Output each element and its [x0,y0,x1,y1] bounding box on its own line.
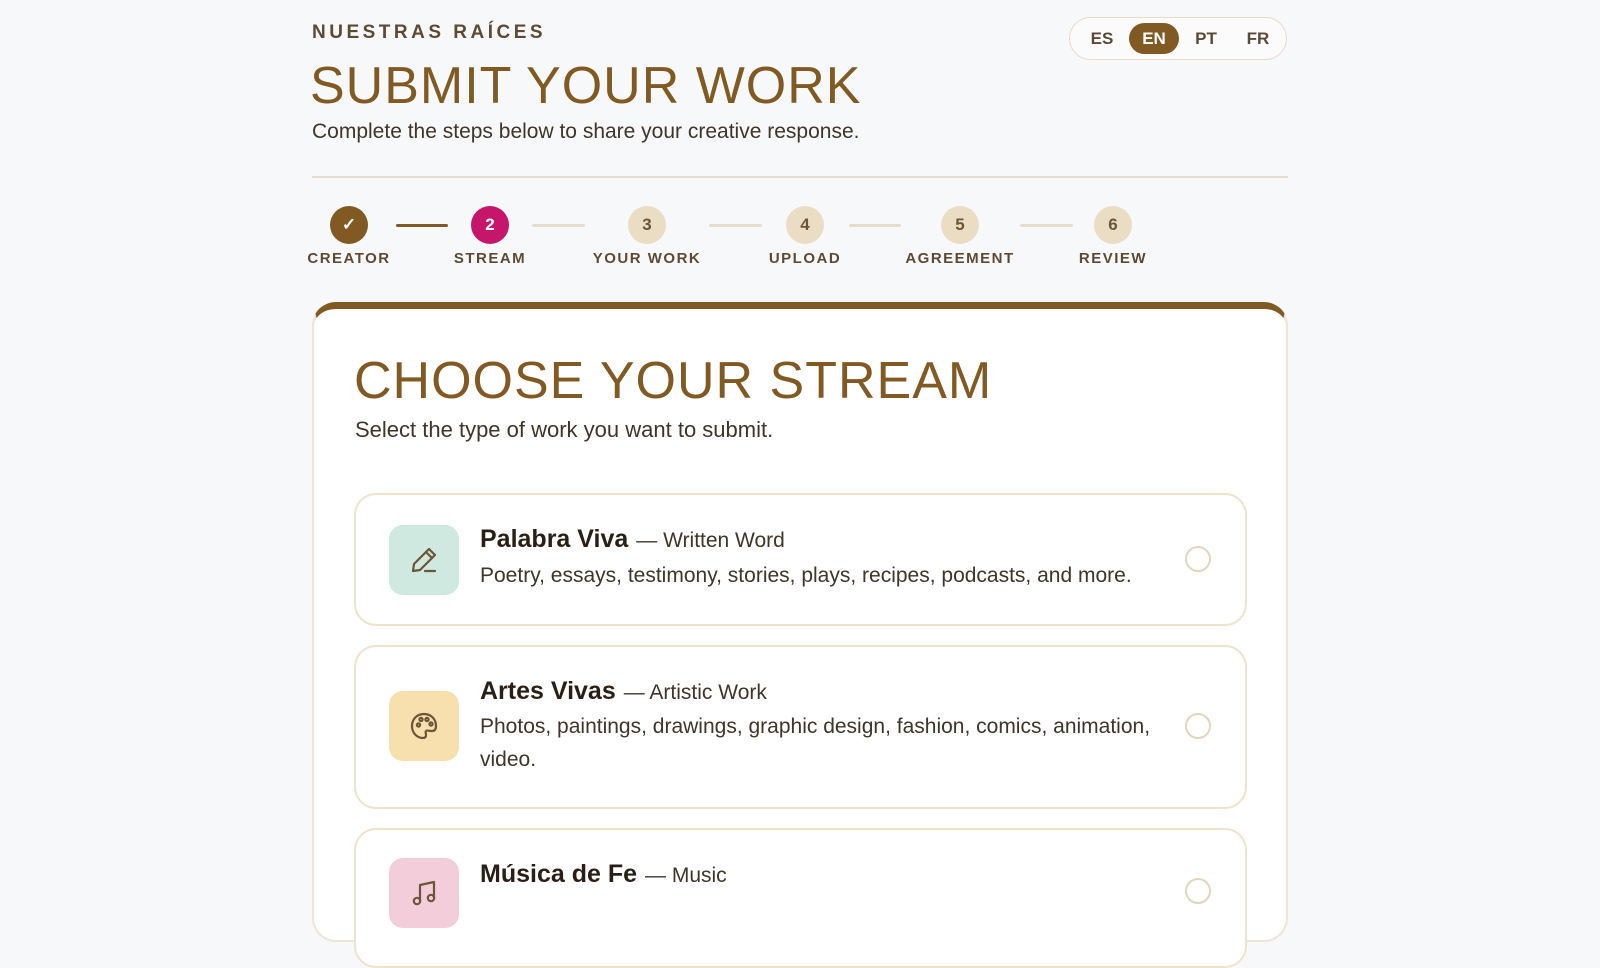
language-switcher: ES EN PT FR [1069,17,1287,60]
pencil-icon [389,525,459,595]
step-your-work-marker: 3 [628,206,666,244]
stream-radio-palabra-viva[interactable] [1185,546,1211,572]
stream-name: Música de Fe [480,860,637,888]
stream-tag: — Written Word [636,529,785,552]
stream-selection-card: CHOOSE YOUR STREAM Select the type of wo… [312,302,1288,968]
step-connector-2 [532,224,585,227]
stream-option-artes-vivas[interactable]: Artes Vivas — Artistic Work Photos, paint… [354,645,1247,809]
stream-description: Photos, paintings, drawings, graphic des… [480,715,1151,771]
stream-radio-musica-de-fe[interactable] [1185,878,1211,904]
step-connector-5 [1020,224,1073,227]
step-label-stream: STREAM [453,250,527,267]
stream-title: Música de Fe — Music [480,860,727,889]
language-option-es[interactable]: ES [1077,23,1127,54]
step-stream-marker[interactable]: 2 [471,206,509,244]
header-divider [312,176,1288,178]
step-connector-1 [396,224,448,227]
stream-tag: — Music [645,864,727,887]
step-label-review: REVIEW [1078,250,1148,267]
stream-tag: — Artistic Work [623,681,767,704]
step-creator-complete-icon[interactable]: ✓ [330,206,368,244]
stream-title: Palabra Viva — Written Word [480,525,785,554]
language-option-en[interactable]: EN [1129,23,1179,54]
step-label-your-work: YOUR WORK [592,250,702,267]
step-connector-3 [709,224,762,227]
language-option-pt[interactable]: PT [1181,23,1231,54]
stream-name: Palabra Viva [480,525,629,553]
stream-radio-artes-vivas[interactable] [1185,713,1211,739]
stream-title: Artes Vivas — Artistic Work [480,677,767,706]
palette-icon [389,691,459,761]
stream-name: Artes Vivas [480,677,616,705]
step-label-creator: CREATOR [307,250,391,267]
card-subtitle: Select the type of work you want to subm… [355,417,774,442]
brand-eyebrow: NUESTRAS RAÍCES [312,22,547,43]
language-option-fr[interactable]: FR [1233,23,1283,54]
card-title: CHOOSE YOUR STREAM [354,352,993,410]
stream-description: Poetry, essays, testimony, stories, play… [480,564,1132,587]
step-review-marker: 6 [1094,206,1132,244]
step-label-agreement: AGREEMENT [905,250,1015,267]
step-upload-marker: 4 [786,206,824,244]
stream-option-musica-de-fe[interactable]: Música de Fe — Music [354,828,1247,968]
step-label-upload: UPLOAD [768,250,842,267]
step-connector-4 [849,224,901,227]
step-agreement-marker: 5 [941,206,979,244]
page-subtitle: Complete the steps below to share your c… [312,120,860,143]
music-note-icon [389,858,459,928]
stream-option-palabra-viva[interactable]: Palabra Viva — Written Word Poetry, essay… [354,493,1247,626]
page-title: SUBMIT YOUR WORK [310,57,862,115]
